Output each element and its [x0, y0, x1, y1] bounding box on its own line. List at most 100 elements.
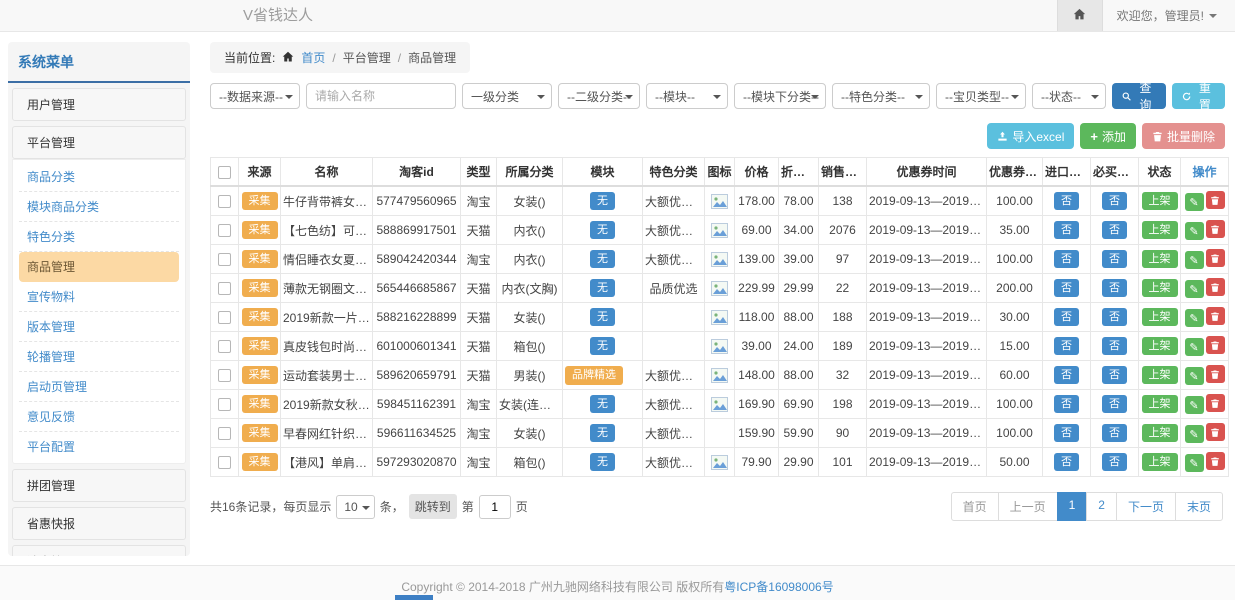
- import-select-toggle[interactable]: 否: [1054, 279, 1079, 297]
- edit-button[interactable]: ✎: [1185, 280, 1204, 298]
- row-checkbox[interactable]: [218, 456, 231, 469]
- sidebar-section[interactable]: 拼团管理: [12, 469, 186, 502]
- sidebar-section[interactable]: 平台管理: [12, 126, 186, 159]
- delete-button[interactable]: [1206, 307, 1225, 325]
- data-source-select[interactable]: --数据来源--: [210, 83, 300, 109]
- status-badge[interactable]: 上架: [1142, 337, 1178, 355]
- status-badge[interactable]: 上架: [1142, 192, 1178, 210]
- sidebar-item[interactable]: 商品分类: [19, 162, 179, 192]
- row-checkbox[interactable]: [218, 369, 231, 382]
- must-buy-toggle[interactable]: 否: [1102, 424, 1127, 442]
- row-checkbox[interactable]: [218, 282, 231, 295]
- page-button[interactable]: 2: [1086, 492, 1117, 521]
- filter-select[interactable]: --宝贝类型--: [936, 83, 1026, 109]
- jump-button[interactable]: 跳转到: [409, 494, 457, 519]
- import-select-toggle[interactable]: 否: [1054, 192, 1079, 210]
- delete-button[interactable]: [1206, 249, 1225, 267]
- edit-button[interactable]: ✎: [1185, 193, 1204, 211]
- sidebar-item[interactable]: 宣传物料: [19, 282, 179, 312]
- delete-button[interactable]: [1206, 423, 1225, 441]
- must-buy-toggle[interactable]: 否: [1102, 337, 1127, 355]
- select-all-checkbox[interactable]: [218, 166, 231, 179]
- import-select-toggle[interactable]: 否: [1054, 366, 1079, 384]
- page-button[interactable]: 末页: [1175, 492, 1223, 521]
- row-checkbox[interactable]: [218, 398, 231, 411]
- delete-button[interactable]: [1206, 336, 1225, 354]
- import-select-toggle[interactable]: 否: [1054, 337, 1079, 355]
- page-number-input[interactable]: [479, 495, 511, 519]
- edit-button[interactable]: ✎: [1185, 222, 1204, 240]
- status-badge[interactable]: 上架: [1142, 308, 1178, 326]
- sidebar-item[interactable]: 特色分类: [19, 222, 179, 252]
- status-badge[interactable]: 上架: [1142, 395, 1178, 413]
- filter-select[interactable]: 一级分类: [462, 83, 552, 109]
- page-button[interactable]: 下一页: [1116, 492, 1176, 521]
- import-select-toggle[interactable]: 否: [1054, 424, 1079, 442]
- status-badge[interactable]: 上架: [1142, 453, 1178, 471]
- must-buy-toggle[interactable]: 否: [1102, 453, 1127, 471]
- name-search-input[interactable]: [306, 83, 456, 109]
- row-checkbox[interactable]: [218, 195, 231, 208]
- edit-button[interactable]: ✎: [1185, 425, 1204, 443]
- edit-button[interactable]: ✎: [1185, 251, 1204, 269]
- import-select-toggle[interactable]: 否: [1054, 308, 1079, 326]
- sidebar-item[interactable]: 平台配置: [19, 432, 179, 461]
- search-button[interactable]: 查询: [1112, 83, 1166, 109]
- user-menu[interactable]: 欢迎您，管理员!: [1103, 0, 1235, 31]
- sidebar-item[interactable]: 启动页管理: [19, 372, 179, 402]
- import-select-toggle[interactable]: 否: [1054, 395, 1079, 413]
- filter-select[interactable]: --特色分类--: [832, 83, 930, 109]
- import-select-toggle[interactable]: 否: [1054, 453, 1079, 471]
- add-button[interactable]: + 添加: [1080, 123, 1136, 149]
- status-badge[interactable]: 上架: [1142, 279, 1178, 297]
- edit-button[interactable]: ✎: [1185, 396, 1204, 414]
- status-badge[interactable]: 上架: [1142, 366, 1178, 384]
- filter-select[interactable]: --二级分类--: [558, 83, 640, 109]
- edit-button[interactable]: ✎: [1185, 367, 1204, 385]
- must-buy-toggle[interactable]: 否: [1102, 221, 1127, 239]
- sidebar-item[interactable]: 轮播管理: [19, 342, 179, 372]
- status-badge[interactable]: 上架: [1142, 250, 1178, 268]
- row-checkbox[interactable]: [218, 340, 231, 353]
- filter-select[interactable]: --模块下分类--: [734, 83, 826, 109]
- import-select-toggle[interactable]: 否: [1054, 221, 1079, 239]
- sidebar-item[interactable]: 意见反馈: [19, 402, 179, 432]
- delete-button[interactable]: [1206, 394, 1225, 412]
- delete-button[interactable]: [1206, 365, 1225, 383]
- delete-button[interactable]: [1206, 452, 1225, 470]
- delete-button[interactable]: [1206, 278, 1225, 296]
- breadcrumb-home-link[interactable]: 首页: [301, 49, 325, 66]
- must-buy-toggle[interactable]: 否: [1102, 366, 1127, 384]
- must-buy-toggle[interactable]: 否: [1102, 395, 1127, 413]
- page-button[interactable]: 1: [1057, 492, 1088, 521]
- icp-link[interactable]: 粤ICP备16098006号: [724, 580, 833, 594]
- sidebar-section[interactable]: 用户管理: [12, 88, 186, 121]
- import-select-toggle[interactable]: 否: [1054, 250, 1079, 268]
- filter-select[interactable]: --模块--: [646, 83, 728, 109]
- home-button[interactable]: [1057, 0, 1103, 31]
- edit-button[interactable]: ✎: [1185, 338, 1204, 356]
- must-buy-toggle[interactable]: 否: [1102, 250, 1127, 268]
- delete-button[interactable]: [1206, 191, 1225, 209]
- row-checkbox[interactable]: [218, 224, 231, 237]
- row-checkbox[interactable]: [218, 427, 231, 440]
- sidebar-item[interactable]: 版本管理: [19, 312, 179, 342]
- edit-button[interactable]: ✎: [1185, 454, 1204, 472]
- row-checkbox[interactable]: [218, 311, 231, 324]
- import-excel-button[interactable]: 导入excel: [987, 123, 1074, 149]
- delete-button[interactable]: [1206, 220, 1225, 238]
- row-checkbox[interactable]: [218, 253, 231, 266]
- sidebar-section[interactable]: 省惠快报: [12, 507, 186, 540]
- sidebar-item[interactable]: 模块商品分类: [19, 192, 179, 222]
- sidebar-section[interactable]: 消息管理: [12, 545, 186, 556]
- filter-select[interactable]: --状态--: [1032, 83, 1106, 109]
- status-badge[interactable]: 上架: [1142, 221, 1178, 239]
- page-button[interactable]: 上一页: [998, 492, 1058, 521]
- reset-button[interactable]: 重置: [1172, 83, 1226, 109]
- sidebar-item[interactable]: 商品管理: [19, 252, 179, 282]
- must-buy-toggle[interactable]: 否: [1102, 192, 1127, 210]
- must-buy-toggle[interactable]: 否: [1102, 279, 1127, 297]
- edit-button[interactable]: ✎: [1185, 309, 1204, 327]
- status-badge[interactable]: 上架: [1142, 424, 1178, 442]
- per-page-select[interactable]: 10: [336, 495, 374, 519]
